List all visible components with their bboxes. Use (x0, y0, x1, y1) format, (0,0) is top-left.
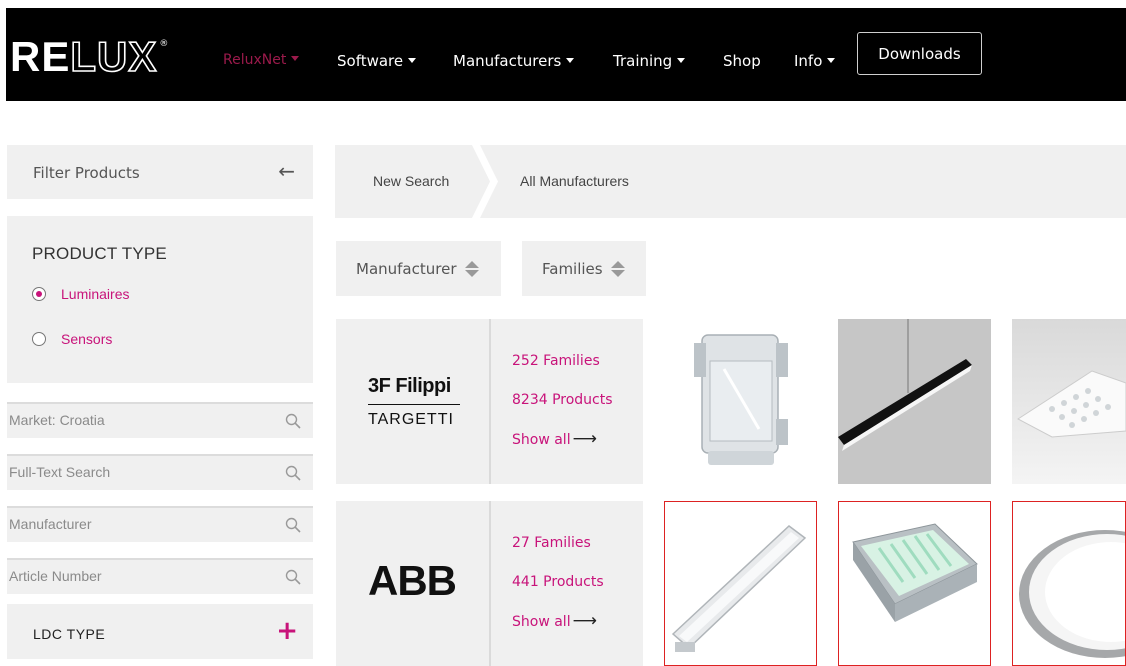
products-count: 441 Products (512, 574, 604, 590)
sort-label: Manufacturer (356, 259, 457, 278)
product-tile[interactable] (838, 501, 991, 666)
downloads-button[interactable]: Downloads (857, 32, 982, 75)
nav-label: Info (794, 52, 823, 70)
show-all-label: Show all (512, 432, 571, 448)
nav-label: Training (613, 52, 673, 70)
nav-label: ReluxNet (223, 52, 287, 68)
filter-title: Filter Products (33, 164, 140, 182)
radio-selected-icon[interactable] (32, 287, 46, 301)
product-type-heading: PRODUCT TYPE (32, 244, 167, 263)
show-all-link[interactable]: Show all ⟶ (512, 602, 597, 642)
market-input[interactable] (7, 404, 277, 436)
search-icon[interactable] (285, 569, 301, 585)
radio-label: Sensors (61, 331, 113, 347)
product-tile[interactable] (838, 319, 991, 484)
nav-item-shop[interactable]: Shop (723, 52, 761, 70)
arrow-left-icon[interactable]: ← (278, 159, 295, 183)
radio-label: Luminaires (61, 286, 130, 302)
arrow-right-icon: ⟶ (572, 611, 597, 631)
nav-label: Manufacturers (453, 52, 562, 70)
product-type-panel: PRODUCT TYPE Luminaires Sensors (7, 216, 313, 383)
ldc-type-label: LDC TYPE (33, 626, 106, 642)
logo-rule (368, 404, 460, 405)
logo-registered-mark: ® (159, 39, 169, 49)
search-icon[interactable] (285, 517, 301, 533)
search-icon[interactable] (285, 413, 301, 429)
batten-luminaire-image (671, 525, 807, 652)
nav-item-info[interactable]: Info (794, 52, 836, 70)
sort-arrows-icon (610, 260, 625, 277)
top-navbar: RE LUX ® ReluxNet Software Manufacturers… (6, 8, 1126, 101)
breadcrumb-new-search[interactable]: New Search (373, 173, 449, 189)
sort-families-button[interactable]: Families (522, 241, 646, 296)
nav-item-training[interactable]: Training (613, 52, 686, 70)
radio-luminaires[interactable]: Luminaires (32, 286, 129, 302)
product-tile[interactable] (664, 501, 817, 666)
logo-text-line2: TARGETTI (368, 411, 454, 428)
show-all-link[interactable]: Show all ⟶ (512, 420, 597, 460)
manufacturer-logo[interactable]: ABB (336, 501, 489, 666)
linear-pendant-image (838, 319, 972, 451)
nav-label: Software (337, 52, 404, 70)
breadcrumb-current: All Manufacturers (520, 173, 629, 189)
radio-sensors[interactable]: Sensors (32, 331, 112, 347)
breadcrumb-separator-icon (472, 145, 498, 218)
market-filter (7, 402, 313, 438)
arrow-right-icon: ⟶ (572, 429, 597, 449)
logo-outline-text: LUX (70, 33, 158, 80)
plus-icon[interactable]: + (276, 616, 298, 646)
caret-down-icon (291, 56, 300, 61)
nav-item-manufacturers[interactable]: Manufacturers (453, 52, 575, 70)
sort-manufacturer-button[interactable]: Manufacturer (336, 241, 501, 296)
products-count: 8234 Products (512, 392, 613, 408)
sort-arrows-icon (464, 260, 479, 277)
product-tile[interactable] (1012, 501, 1126, 666)
caret-down-icon (566, 58, 575, 63)
fulltext-search-input[interactable] (7, 456, 277, 488)
nav-label: Shop (723, 52, 761, 70)
breadcrumb: New Search All Manufacturers (335, 145, 1126, 218)
caret-down-icon (408, 58, 417, 63)
emergency-luminaire-image (852, 523, 978, 622)
radio-unselected-icon[interactable] (32, 332, 46, 346)
show-all-label: Show all (512, 614, 571, 630)
article-number-input[interactable] (7, 560, 277, 592)
fulltext-filter (7, 454, 313, 490)
search-icon[interactable] (285, 465, 301, 481)
families-count: 27 Families (512, 535, 591, 551)
filter-products-header: Filter Products ← (7, 145, 313, 199)
caret-down-icon (827, 58, 836, 63)
manufacturer-row: ABB 27 Families 441 Products Show all ⟶ (336, 501, 643, 666)
recessed-panel-image (1017, 370, 1126, 438)
manufacturer-filter (7, 506, 313, 542)
logo-text-line1: 3F Filippi (368, 375, 451, 397)
nav-item-software[interactable]: Software (337, 52, 417, 70)
ceiling-luminaire-image (1019, 530, 1125, 658)
caret-down-icon (677, 58, 686, 63)
relux-logo[interactable]: RE LUX ® (10, 33, 169, 80)
article-number-filter (7, 558, 313, 594)
manufacturer-row: 3F Filippi TARGETTI 252 Families 8234 Pr… (336, 319, 643, 484)
logo-bold-text: RE (10, 33, 71, 80)
manufacturer-input[interactable] (7, 508, 277, 540)
families-count: 252 Families (512, 353, 600, 369)
abb-logo-text: ABB (368, 557, 457, 604)
manufacturer-logo[interactable]: 3F Filippi TARGETTI (336, 319, 489, 484)
sort-label: Families (542, 259, 603, 278)
divider (489, 319, 491, 484)
nav-item-reluxnet[interactable]: ReluxNet (223, 52, 300, 68)
wall-luminaire-image (694, 334, 788, 465)
product-tile[interactable] (1012, 319, 1126, 484)
divider (489, 501, 491, 666)
product-tile[interactable] (664, 319, 817, 484)
ldc-type-section[interactable]: LDC TYPE + (7, 604, 313, 659)
